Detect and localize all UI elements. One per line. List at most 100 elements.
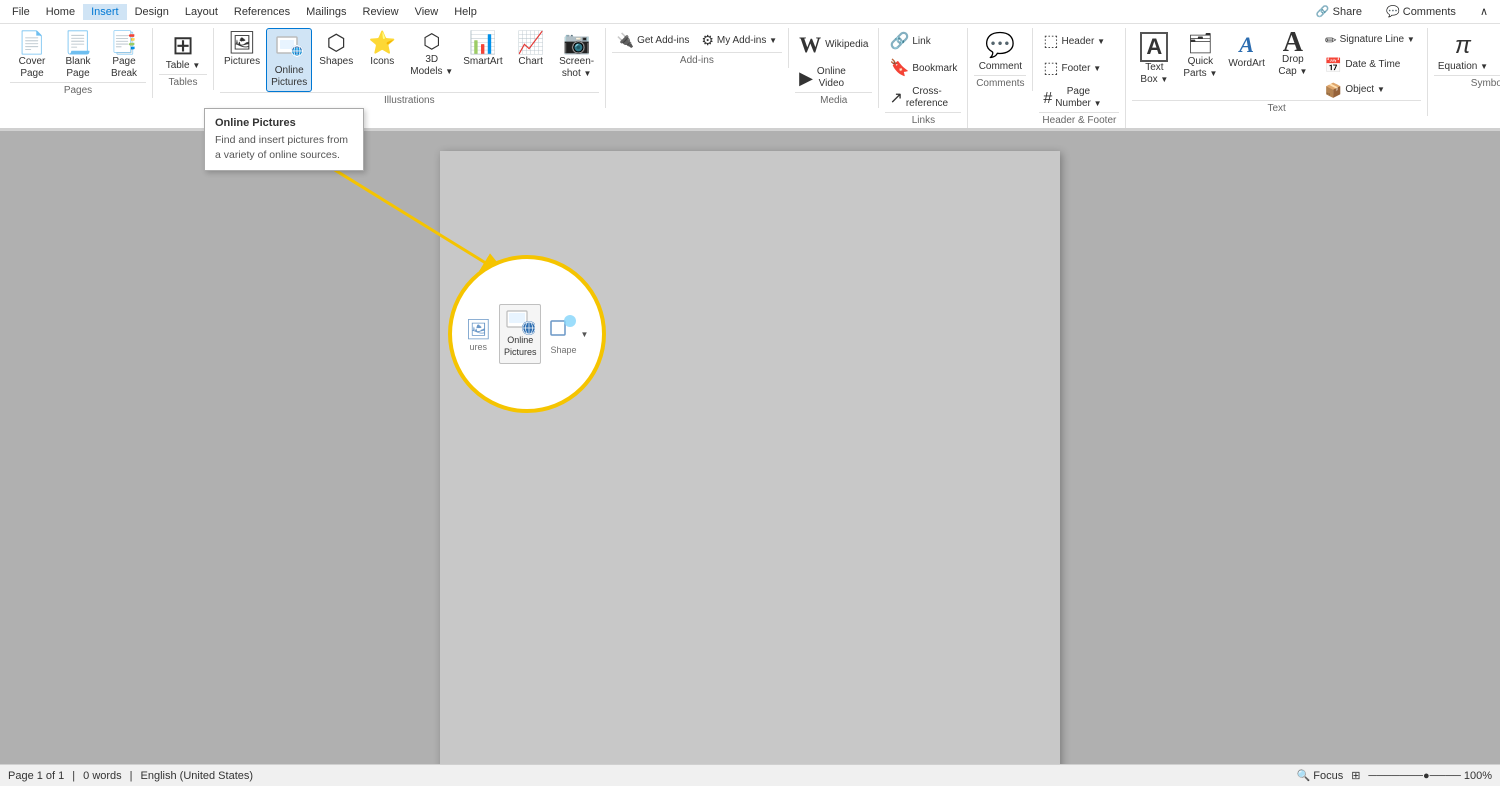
blank-page-icon: 📃 [64, 32, 91, 54]
online-video-icon: ▶ [799, 68, 813, 90]
menu-home[interactable]: Home [38, 4, 83, 20]
drop-cap-button[interactable]: A Drop Cap ▼ [1271, 28, 1315, 80]
links-label: Links [885, 112, 961, 128]
page-number-button[interactable]: # Page Number ▼ [1039, 82, 1119, 112]
menu-help[interactable]: Help [446, 4, 485, 20]
online-video-button[interactable]: ▶ Online Video [795, 62, 855, 92]
bookmark-icon: 🔖 [889, 59, 909, 78]
ribbon-group-pages: 📄 Cover Page 📃 Blank Page 📑 Page Break P… [4, 28, 153, 98]
zoom-pictures-icon: 🖼 [466, 317, 491, 342]
links-buttons: 🔗 Link 🔖 Bookmark ↗ Cross- reference [885, 28, 961, 112]
bookmark-button[interactable]: 🔖 Bookmark [885, 55, 961, 80]
object-icon: 📦 [1325, 82, 1342, 99]
object-button[interactable]: 📦 Object ▼ [1321, 78, 1421, 101]
symbol-button[interactable]: Ω Symbol [1494, 28, 1500, 75]
tables-label: Tables [159, 74, 207, 90]
icons-icon: ⭐ [369, 32, 396, 54]
smartart-button[interactable]: 📊 SmartArt [459, 28, 506, 70]
zoom-online-pictures-icon [505, 309, 535, 335]
menu-design[interactable]: Design [127, 4, 177, 20]
menu-mailings[interactable]: Mailings [298, 4, 354, 20]
comments-label: Comments [974, 75, 1026, 91]
menu-insert[interactable]: Insert [83, 4, 127, 20]
illustrations-buttons: 🖼 Pictures 🌐 [220, 28, 599, 92]
zoom-online-pictures-item[interactable]: OnlinePictures [499, 304, 542, 363]
my-addins-icon: ⚙ [701, 31, 714, 49]
text-box-button[interactable]: A Text Box ▼ [1132, 28, 1176, 88]
online-pictures-button[interactable]: 🌐 Online Pictures [266, 28, 312, 92]
3d-models-button[interactable]: ⬡ 3D Models ▼ [406, 28, 457, 80]
get-addins-button[interactable]: 🔌 Get Add-ins [612, 28, 695, 52]
menu-right-actions: 🔗 Share 💬 Comments ∧ [1308, 3, 1496, 20]
link-icon: 🔗 [889, 32, 909, 51]
signature-line-button[interactable]: ✏ Signature Line ▼ [1321, 28, 1421, 51]
cover-page-button[interactable]: 📄 Cover Page [10, 28, 54, 82]
quick-parts-button[interactable]: 🗂 Quick Parts ▼ [1178, 28, 1222, 82]
header-footer-label: Header & Footer [1039, 112, 1119, 128]
pages-label: Pages [10, 82, 146, 98]
view-options[interactable]: ⊞ [1351, 769, 1360, 782]
screenshot-button[interactable]: 📷 Screen- shot ▼ [555, 28, 599, 82]
zoom-shapes-item[interactable]: Shape [549, 313, 577, 355]
ribbon-group-comments: 💬 Comment Comments [968, 28, 1033, 91]
shapes-icon: ⬡ [327, 32, 346, 54]
menu-layout[interactable]: Layout [177, 4, 226, 20]
tables-buttons: ⊞ Table ▼ [159, 28, 207, 74]
cross-reference-button[interactable]: ↗ Cross- reference [885, 82, 955, 112]
header-footer-buttons: ⬚ Header ▼ ⬚ Footer ▼ # Page Number ▼ [1039, 28, 1119, 112]
blank-page-button[interactable]: 📃 Blank Page [56, 28, 100, 82]
focus-button[interactable]: 🔍 Focus [1296, 769, 1343, 782]
wikipedia-button[interactable]: W Wikipedia [795, 28, 872, 60]
menu-references[interactable]: References [226, 4, 298, 20]
wordart-icon: A [1239, 32, 1254, 58]
zoom-slider[interactable]: ───────●──── 100% [1368, 770, 1492, 782]
link-button[interactable]: 🔗 Link [885, 28, 955, 53]
smartart-icon: 📊 [469, 32, 496, 54]
document-area [0, 131, 1500, 783]
menu-view[interactable]: View [407, 4, 447, 20]
tooltip-title: Online Pictures [215, 117, 353, 129]
text-label: Text [1132, 100, 1421, 116]
page-info: Page 1 of 1 [8, 770, 64, 782]
chart-button[interactable]: 📈 Chart [509, 28, 553, 70]
zoom-circle-overlay: 🖼 ures OnlinePictures [448, 255, 606, 413]
share-button[interactable]: 🔗 Share [1308, 3, 1370, 20]
illustrations-label: Illustrations [220, 92, 599, 108]
zoom-pictures-item[interactable]: 🖼 ures [466, 317, 491, 352]
icons-button[interactable]: ⭐ Icons [360, 28, 404, 70]
comment-icon: 💬 [985, 32, 1015, 61]
menu-file[interactable]: File [4, 4, 38, 20]
wordart-button[interactable]: A WordArt [1224, 28, 1269, 72]
text-box-icon: A [1140, 32, 1168, 62]
pictures-icon: 🖼 [228, 32, 256, 54]
screenshot-icon: 📷 [563, 32, 590, 54]
media-buttons: W Wikipedia ▶ Online Video [795, 28, 872, 92]
pictures-button[interactable]: 🖼 Pictures [220, 28, 264, 70]
my-addins-button[interactable]: ⚙ My Add-ins ▼ [696, 28, 782, 52]
date-time-icon: 📅 [1325, 57, 1342, 74]
equation-button[interactable]: π Equation ▼ [1434, 28, 1492, 75]
comment-button[interactable]: 💬 Comment [974, 28, 1026, 75]
chart-icon: 📈 [517, 32, 544, 54]
header-icon: ⬚ [1043, 32, 1058, 51]
media-label: Media [795, 92, 872, 108]
table-button[interactable]: ⊞ Table ▼ [159, 28, 207, 74]
wikipedia-icon: W [799, 32, 821, 58]
3d-models-icon: ⬡ [423, 32, 440, 52]
header-button[interactable]: ⬚ Header ▼ [1039, 28, 1119, 53]
ribbon-collapse[interactable]: ∧ [1472, 3, 1496, 20]
zoom-circle-content: 🖼 ures OnlinePictures [452, 259, 602, 409]
language: English (United States) [141, 770, 254, 782]
menu-review[interactable]: Review [355, 4, 407, 20]
date-time-button[interactable]: 📅 Date & Time [1321, 53, 1421, 76]
zoom-shapes-icon [549, 313, 577, 345]
comments-button[interactable]: 💬 Comments [1378, 3, 1464, 20]
ribbon-group-text: A Text Box ▼ 🗂 Quick Parts ▼ A WordArt A… [1126, 28, 1428, 116]
shapes-button[interactable]: ⬡ Shapes [314, 28, 358, 70]
drop-cap-icon: A [1283, 32, 1303, 54]
ribbon-group-tables: ⊞ Table ▼ Tables [153, 28, 214, 90]
comments-buttons: 💬 Comment [974, 28, 1026, 75]
sig-date-obj-group: ✏ Signature Line ▼ 📅 Date & Time 📦 Objec… [1321, 28, 1421, 100]
footer-button[interactable]: ⬚ Footer ▼ [1039, 55, 1119, 80]
page-break-button[interactable]: 📑 Page Break [102, 28, 146, 82]
